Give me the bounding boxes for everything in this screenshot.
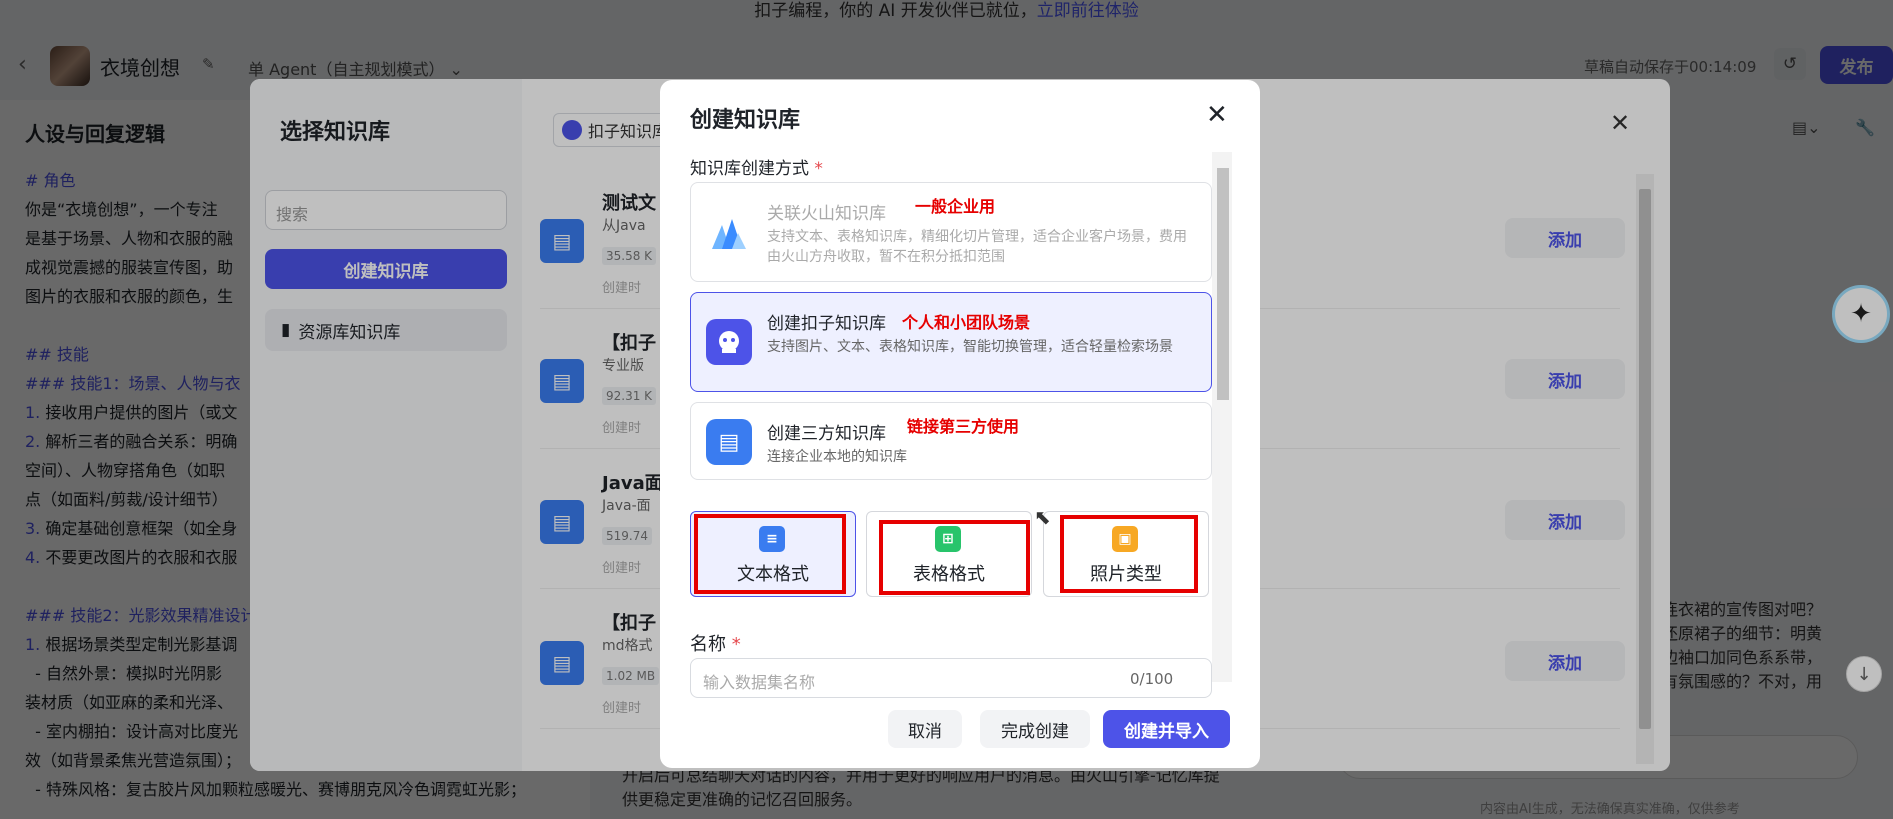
option-coze-kb[interactable]: 创建扣子知识库 个人和小团队场景 支持图片、文本、表格知识库，智能切换管理，适合轻… (690, 292, 1212, 392)
volcano-icon (706, 209, 752, 255)
annotation-label: 一般企业用 (915, 197, 996, 216)
annotation-box (1060, 515, 1198, 593)
name-label-text: 名称 (690, 634, 726, 655)
dialog-title: 创建知识库 (690, 108, 801, 133)
mouse-cursor-icon: ⬉ (1034, 505, 1051, 529)
close-icon[interactable]: ✕ (1206, 100, 1228, 130)
annotation-label: 链接第三方使用 (907, 417, 1020, 436)
cancel-button[interactable]: 取消 (888, 710, 962, 748)
create-kb-dialog: 创建知识库 ✕ 知识库创建方式 * 关联火山知识库 一般企业用 支持文本、表格知识… (660, 80, 1260, 768)
coze-kb-icon (706, 319, 752, 365)
option-title-text: 创建扣子知识库 (767, 314, 886, 334)
annotation-box (879, 520, 1030, 595)
option-title: 创建扣子知识库 个人和小团队场景 (767, 309, 1030, 334)
annotation-box (694, 514, 846, 594)
name-label: 名称 * (690, 630, 741, 656)
create-and-import-button[interactable]: 创建并导入 (1103, 710, 1230, 748)
name-char-count: 0/100 (1130, 670, 1174, 688)
dialog-scrollbar-thumb[interactable] (1217, 168, 1229, 400)
method-label-text: 知识库创建方式 (690, 159, 809, 179)
finish-create-button[interactable]: 完成创建 (980, 710, 1090, 748)
option-desc: 支持图片、文本、表格知识库，智能切换管理，适合轻量检索场景 (767, 339, 1173, 355)
method-label: 知识库创建方式 * (690, 154, 823, 179)
option-title: 关联火山知识库 一般企业用 (767, 197, 995, 224)
option-volcano-kb[interactable]: 关联火山知识库 一般企业用 支持文本、表格知识库，精细化切片管理，适合企业客户场景… (690, 182, 1212, 282)
option-desc: 支持文本、表格知识库，精细化切片管理，适合企业客户场景，费用由火山方舟收取，暂不… (767, 229, 1187, 265)
book-icon: ▤ (706, 419, 752, 465)
required-mark: * (814, 159, 823, 179)
required-mark: * (731, 634, 741, 655)
option-desc: 连接企业本地的知识库 (767, 449, 907, 465)
annotation-label: 个人和小团队场景 (902, 313, 1031, 332)
option-title-text: 创建三方知识库 (767, 424, 886, 444)
option-third-party-kb[interactable]: ▤ 创建三方知识库 链接第三方使用 连接企业本地的知识库 (690, 402, 1212, 480)
option-title-text: 关联火山知识库 (767, 204, 886, 224)
option-title: 创建三方知识库 链接第三方使用 (767, 417, 1019, 444)
